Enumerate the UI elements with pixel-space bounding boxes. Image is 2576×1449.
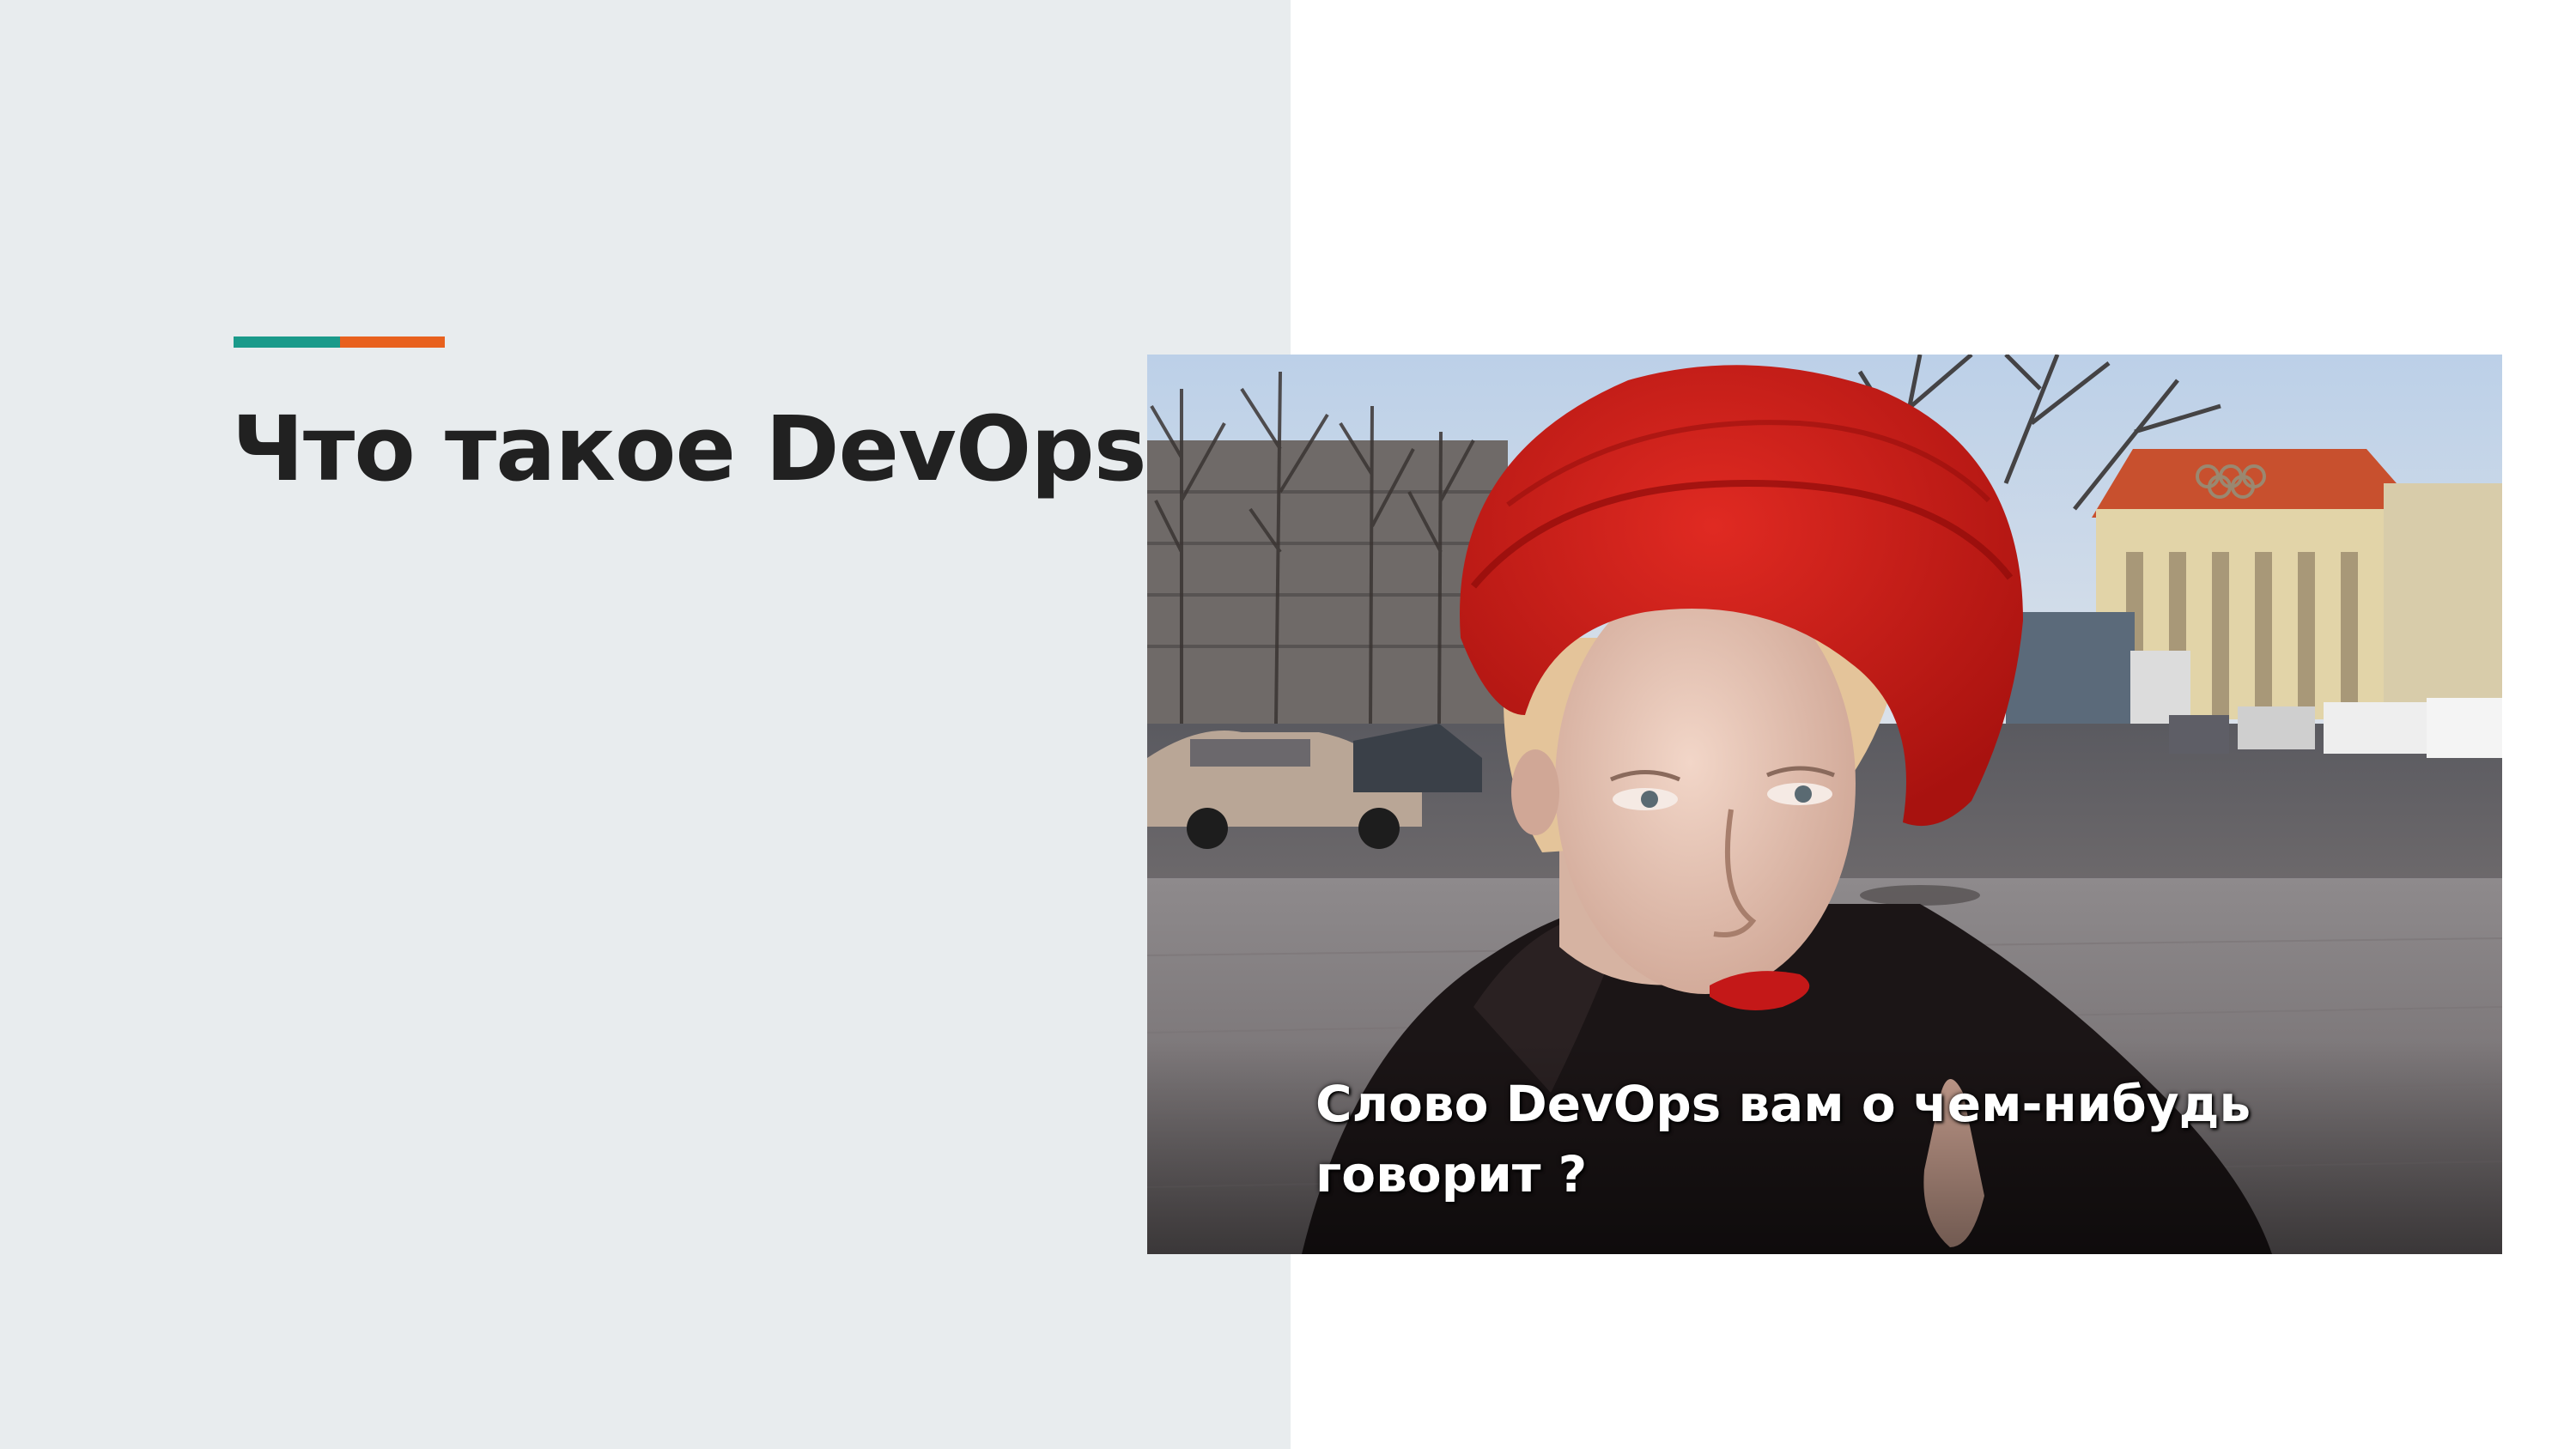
truck <box>2006 612 2135 741</box>
slide-title: Что такое DevOps <box>232 397 1147 501</box>
accent-bar-orange <box>340 336 445 348</box>
title-accent-bar <box>234 336 445 348</box>
left-building <box>1147 440 1508 724</box>
manhole <box>1860 885 1980 906</box>
photo-caption: Слово DevOps вам о чем-нибудь говорит ? <box>1315 1075 2251 1203</box>
interview-photo: Слово DevOps вам о чем-нибудь говорит ? <box>1147 355 2502 1254</box>
left-panel <box>0 0 1291 1449</box>
ear <box>1511 749 1559 835</box>
accent-bar-teal <box>234 336 340 348</box>
